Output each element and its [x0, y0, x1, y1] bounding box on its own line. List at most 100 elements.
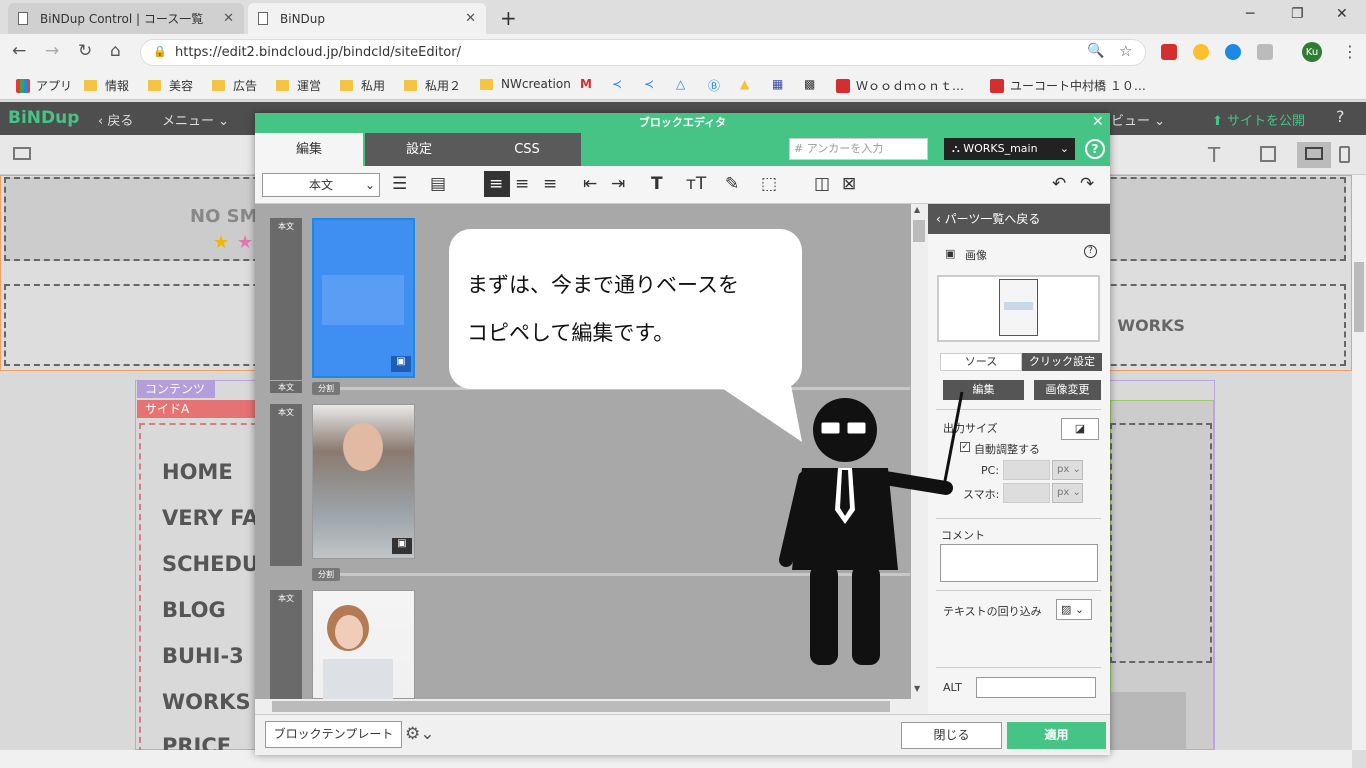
text-style-icon[interactable]: T: [1208, 143, 1220, 167]
bookmark-folder[interactable]: 美容: [148, 77, 193, 94]
bookmark-apps[interactable]: アプリ: [16, 77, 72, 94]
align-center-icon[interactable]: ≡: [515, 174, 529, 194]
bookmark-folder[interactable]: 私用２: [404, 77, 461, 94]
undo-icon[interactable]: ↶: [1052, 174, 1066, 194]
text-format-icon[interactable]: T: [651, 174, 663, 194]
layout-icon[interactable]: [1260, 146, 1276, 162]
redo-icon[interactable]: ↷: [1080, 174, 1094, 194]
paragraph-style-select[interactable]: 本文 ⌄: [262, 173, 380, 197]
scroll-thumb[interactable]: [1354, 262, 1364, 332]
tab-settings[interactable]: 設定: [365, 133, 473, 166]
nav-home[interactable]: HOME: [162, 460, 233, 484]
apply-button[interactable]: 適用: [1007, 722, 1106, 749]
anchor-input[interactable]: # アンカーを入力: [789, 138, 928, 160]
indent-icon[interactable]: ⇥: [611, 174, 625, 194]
back-to-parts-button[interactable]: ‹ パーツ一覧へ戻る: [928, 204, 1110, 234]
size-preset-icon[interactable]: ◪: [1061, 418, 1099, 440]
panel-toggle-icon[interactable]: [13, 147, 31, 160]
bookmark-icon[interactable]: ▦: [772, 77, 783, 91]
bookmark-folder[interactable]: 運営: [276, 77, 321, 94]
bookmark-folder[interactable]: 広告: [212, 77, 257, 94]
star-icon[interactable]: ☆: [1119, 42, 1132, 60]
scroll-thumb[interactable]: [913, 220, 925, 242]
drive-icon[interactable]: △: [676, 77, 685, 91]
window-close-icon[interactable]: ✕: [1336, 6, 1348, 22]
publish-button[interactable]: ⬆ サイトを公開: [1212, 110, 1305, 129]
divider-label[interactable]: 分割: [312, 382, 340, 395]
maximize-icon[interactable]: ❐: [1291, 6, 1304, 22]
tab-edit[interactable]: 編集: [255, 133, 363, 166]
nav-buhi[interactable]: BUHI-3: [162, 644, 244, 668]
scroll-up-icon[interactable]: ▲: [914, 205, 920, 214]
image-woman-2[interactable]: [312, 590, 415, 700]
align-right-icon[interactable]: ≡: [543, 174, 557, 194]
text-size-icon[interactable]: ᴛT: [686, 174, 706, 194]
image-woman-1[interactable]: ▣: [312, 404, 415, 559]
help-icon[interactable]: ?: [1336, 107, 1345, 126]
bookmark-icon[interactable]: ▩: [804, 77, 815, 91]
sp-size-input[interactable]: [1003, 483, 1050, 503]
outdent-icon[interactable]: ⇤: [583, 174, 597, 194]
profile-avatar[interactable]: Ku: [1302, 42, 1322, 62]
nav-blog[interactable]: BLOG: [162, 598, 226, 622]
browser-tab-control[interactable]: BiNDup Control | コース一覧 ✕: [8, 3, 244, 34]
scroll-thumb[interactable]: [272, 701, 890, 712]
extension-icon[interactable]: [1193, 44, 1209, 60]
side-a-label[interactable]: サイドA: [137, 400, 255, 418]
close-icon[interactable]: ✕: [223, 11, 234, 26]
scroll-down-icon[interactable]: ▼: [914, 684, 920, 693]
pc-unit-select[interactable]: px ⌄: [1052, 460, 1083, 480]
close-icon[interactable]: ✕: [1092, 114, 1104, 130]
divider-label[interactable]: 分割: [312, 568, 340, 581]
new-tab-icon[interactable]: +: [500, 6, 517, 30]
works-main-block[interactable]: [1110, 423, 1212, 663]
home-icon[interactable]: ⌂: [110, 41, 121, 61]
block-select[interactable]: ⛬ WORKS_main ⌄: [944, 138, 1075, 160]
menu-button[interactable]: メニュー ⌄: [162, 110, 229, 129]
back-button[interactable]: ‹ 戻る: [98, 110, 133, 129]
bookmark-icon[interactable]: ≺: [644, 77, 654, 91]
block-list-icon[interactable]: ▤: [430, 174, 446, 194]
sp-unit-select[interactable]: px ⌄: [1052, 483, 1083, 503]
tab-source[interactable]: ソース: [940, 353, 1022, 371]
back-arrow-icon[interactable]: ←: [12, 41, 26, 61]
block-template-button[interactable]: ブロックテンプレート: [265, 721, 402, 748]
bookmark-folder[interactable]: NWcreation: [480, 77, 571, 91]
bookmark-woodmont[interactable]: Ｗｏｏｄｍｏｎｔ…: [836, 77, 964, 94]
extension-icon[interactable]: [1225, 44, 1241, 60]
nav-schedule[interactable]: SCHEDU: [162, 552, 259, 576]
bookmark-icon[interactable]: Ⓑ: [708, 77, 720, 94]
url-bar[interactable]: 🔒 https://edit2.bindcloud.jp/bindcld/sit…: [140, 39, 1146, 66]
clear-format-icon[interactable]: ⊠: [842, 174, 856, 194]
extension-icon[interactable]: [1161, 44, 1177, 60]
forward-arrow-icon[interactable]: →: [45, 41, 59, 61]
nav-very[interactable]: VERY FA: [162, 506, 258, 530]
pc-size-input[interactable]: [1003, 460, 1050, 480]
browser-tab-bindup[interactable]: BiNDup ✕: [248, 3, 486, 34]
color-picker-icon[interactable]: ✎: [725, 174, 739, 194]
selected-image[interactable]: ▣: [312, 218, 415, 378]
ads-icon[interactable]: ▲: [740, 77, 749, 91]
search-icon[interactable]: 🔍: [1087, 43, 1104, 59]
bullet-list-icon[interactable]: ☰: [392, 174, 407, 194]
frame-icon[interactable]: ⬚: [761, 174, 777, 194]
text-wrap-select[interactable]: ▨ ⌄: [1056, 599, 1092, 620]
mobile-icon[interactable]: [1339, 146, 1350, 163]
tab-css[interactable]: CSS: [473, 133, 581, 166]
close-button[interactable]: 閉じる: [901, 722, 1002, 749]
bookmark-icon[interactable]: ≺: [612, 77, 622, 91]
help-icon[interactable]: ?: [1084, 245, 1097, 258]
help-icon[interactable]: ?: [1085, 139, 1105, 159]
minimize-icon[interactable]: ─: [1246, 6, 1254, 22]
close-icon[interactable]: ✕: [465, 11, 476, 26]
extension-icon[interactable]: [1257, 44, 1273, 60]
bookmark-folder[interactable]: 私用: [340, 77, 385, 94]
reload-icon[interactable]: ↻: [78, 41, 92, 61]
alt-input[interactable]: [976, 677, 1096, 698]
bookmark-ucourt[interactable]: ユーコート中村橋 １０…: [990, 77, 1146, 94]
change-image-button[interactable]: 画像変更: [1034, 380, 1101, 400]
bookmark-folder[interactable]: 情報: [84, 77, 129, 94]
split-column-icon[interactable]: ◫: [814, 174, 830, 194]
nav-works[interactable]: WORKS: [162, 690, 251, 714]
more-menu-icon[interactable]: ⋮: [1342, 42, 1358, 61]
